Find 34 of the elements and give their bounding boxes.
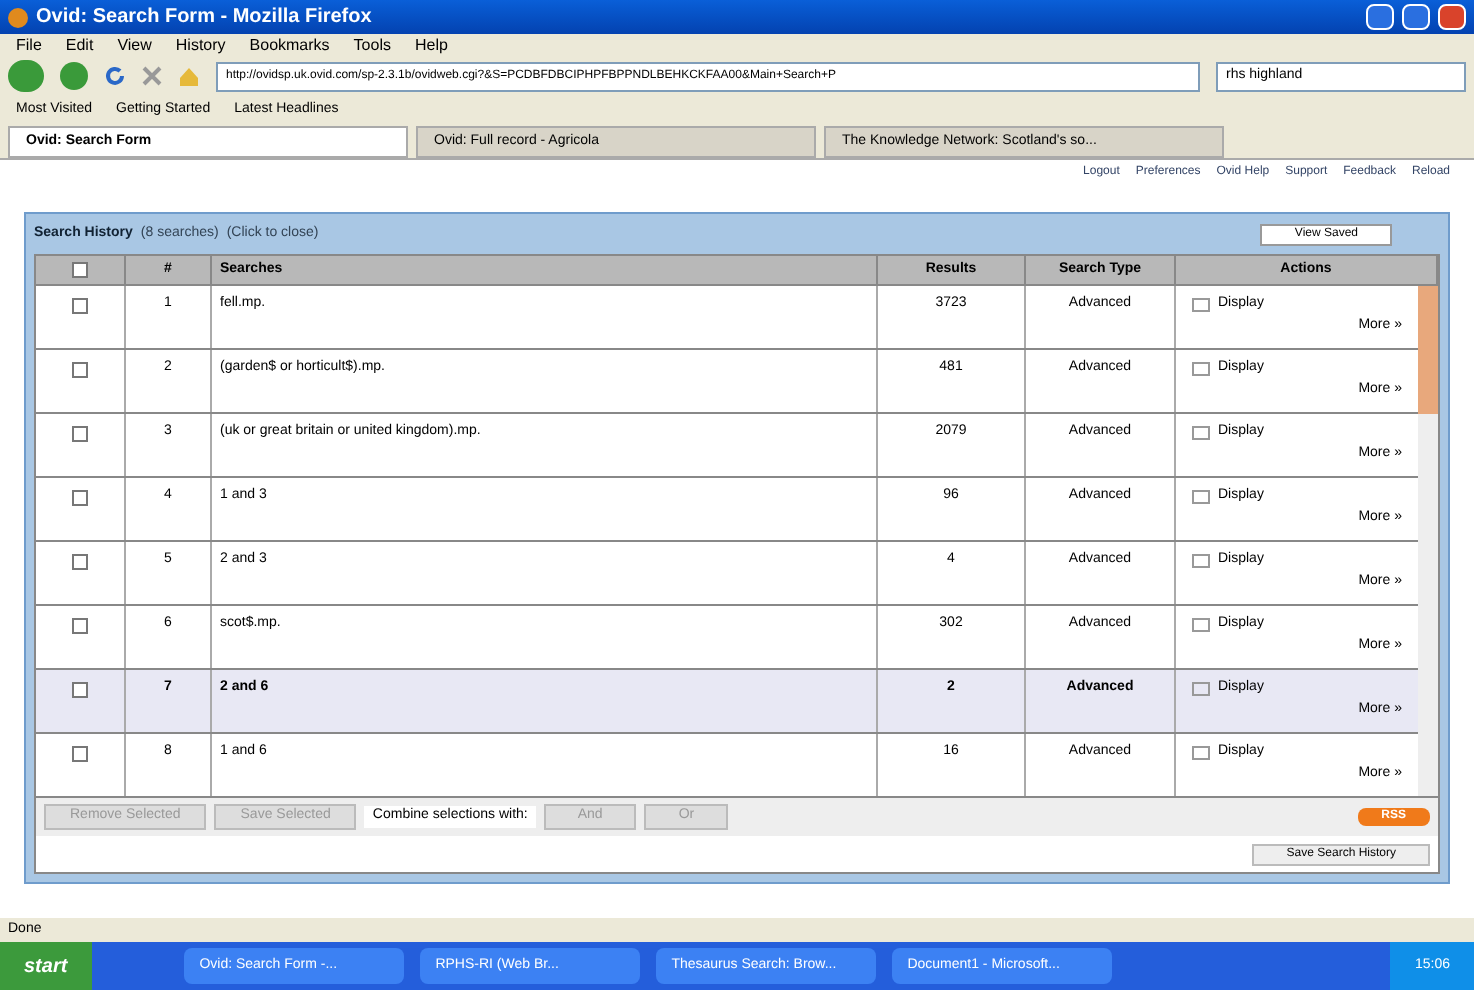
display-icon [1192, 745, 1210, 760]
menu-item[interactable]: Bookmarks [249, 33, 330, 57]
menu-item[interactable]: Help [414, 33, 448, 57]
menu-item[interactable]: History [175, 33, 226, 57]
display-icon [1192, 297, 1210, 312]
stop-icon[interactable] [142, 66, 162, 86]
forward-button[interactable] [60, 62, 88, 90]
menu-item[interactable]: View [117, 33, 152, 57]
display-icon [1192, 489, 1210, 504]
display-icon [1192, 617, 1210, 632]
menu-item[interactable]: File [16, 33, 42, 57]
row-checkbox[interactable] [72, 490, 88, 506]
display-icon [1192, 553, 1210, 568]
row-checkbox[interactable] [72, 298, 88, 314]
window-title: Ovid: Search Form - Mozilla Firefox [36, 4, 374, 32]
minimize-button[interactable] [1366, 4, 1394, 30]
row-checkbox[interactable] [72, 554, 88, 570]
close-button[interactable] [1438, 4, 1466, 30]
row-checkbox[interactable] [72, 426, 88, 442]
firefox-icon [8, 7, 28, 27]
reload-icon[interactable] [104, 65, 126, 87]
row-checkbox[interactable] [72, 682, 88, 698]
display-icon [1192, 681, 1210, 696]
maximize-button[interactable] [1402, 4, 1430, 30]
start-button[interactable]: start [0, 942, 92, 990]
row-checkbox[interactable] [72, 362, 88, 378]
menu-item[interactable]: Edit [65, 33, 94, 57]
menu-item[interactable]: Tools [353, 33, 391, 57]
row-checkbox[interactable] [72, 618, 88, 634]
row-checkbox[interactable] [72, 746, 88, 762]
back-button[interactable] [8, 60, 44, 92]
display-icon [1192, 425, 1210, 440]
display-icon [1192, 361, 1210, 376]
select-all-checkbox[interactable] [72, 262, 88, 278]
